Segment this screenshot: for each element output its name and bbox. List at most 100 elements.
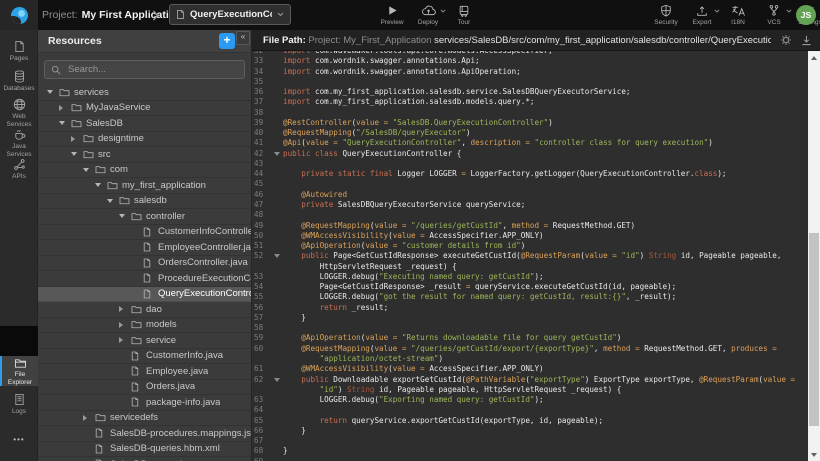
code-line: 63 LOGGER.debug("Exporting named query: … <box>252 395 808 405</box>
tree-item[interactable]: Orders.java <box>38 380 251 396</box>
editor-settings-gear-icon[interactable] <box>780 34 792 46</box>
folder-icon <box>131 336 146 345</box>
tree-item[interactable]: package-info.java <box>38 395 251 411</box>
collapse-arrow-icon[interactable] <box>71 136 83 142</box>
code-text: public Downloadable exportGetCustId(@Pat… <box>283 375 795 385</box>
code-line: 47 private SalesDBQueryExecutorService q… <box>252 200 808 210</box>
sidebar-item-databases[interactable]: Databases <box>0 68 38 95</box>
fold-gutter <box>272 67 283 77</box>
scroll-up-arrow-icon[interactable] <box>811 56 817 60</box>
fold-marker-icon[interactable] <box>272 149 283 159</box>
search-input[interactable] <box>66 63 238 76</box>
add-resource-button[interactable]: + <box>219 33 235 49</box>
tree-item[interactable]: services <box>38 85 251 101</box>
tree-item[interactable]: dao <box>38 302 251 318</box>
expand-arrow-icon[interactable] <box>71 152 83 156</box>
expand-arrow-icon[interactable] <box>59 121 71 125</box>
tree-item-label: models <box>146 319 177 330</box>
download-file-icon[interactable] <box>801 35 812 46</box>
tree-item[interactable]: SalesDB.properties <box>38 457 251 461</box>
tree-item[interactable]: SalesDB-queries.hbm.xml <box>38 442 251 458</box>
scroll-down-arrow-icon[interactable] <box>811 453 817 457</box>
sidebar-item-web-services[interactable]: Web Services <box>0 96 38 130</box>
topbar-export-button[interactable]: Export <box>684 0 720 30</box>
expand-arrow-icon[interactable] <box>47 90 59 94</box>
tree-item[interactable]: ProcedureExecutionController.java <box>38 271 251 287</box>
tree-item[interactable]: my_first_application <box>38 178 251 194</box>
fold-gutter <box>272 87 283 97</box>
collapse-arrow-icon[interactable] <box>119 322 131 328</box>
app-logo[interactable] <box>0 0 38 30</box>
topbar-vcs-button[interactable]: VCS <box>756 0 792 30</box>
code-text: private static final Logger LOGGER = Log… <box>283 169 727 179</box>
editor-scrollbar[interactable] <box>808 51 820 461</box>
tree-item[interactable]: CustomerInfo.java <box>38 349 251 365</box>
sidebar-item-pages[interactable]: Pages <box>0 38 38 65</box>
code-text: LOGGER.debug("Executing named query: get… <box>283 272 544 282</box>
tree-item[interactable]: src <box>38 147 251 163</box>
folder-icon <box>131 320 146 329</box>
tree-item[interactable]: MyJavaService <box>38 101 251 117</box>
line-number: 60 <box>252 344 272 354</box>
collapse-arrow-icon[interactable] <box>119 306 131 312</box>
expand-arrow-icon[interactable] <box>107 199 119 203</box>
tree-item[interactable]: QueryExecutionController.java <box>38 287 251 303</box>
topbar-i18n-button[interactable]: I18N <box>720 0 756 30</box>
collapse-panel-button[interactable]: « <box>236 31 250 45</box>
collapse-arrow-icon[interactable] <box>83 415 95 421</box>
expand-arrow-icon[interactable] <box>95 183 107 187</box>
tree-item[interactable]: EmployeeController.java <box>38 240 251 256</box>
sidebar-item-apis[interactable]: APIs <box>0 156 38 183</box>
search-box[interactable] <box>44 60 245 79</box>
sidebar-item-more[interactable]: ••• <box>0 432 38 446</box>
sidebar-item-file-explorer[interactable]: File Explorer <box>0 356 38 386</box>
fold-gutter <box>272 416 283 426</box>
topbar-tour-button[interactable]: Tour <box>446 0 482 30</box>
tree-item[interactable]: designtime <box>38 132 251 148</box>
tree-item[interactable]: SalesDB <box>38 116 251 132</box>
open-file-name: QueryExecutionCon... <box>190 9 272 20</box>
tree-item[interactable]: SalesDB-procedures.mappings.json <box>38 426 251 442</box>
security-label: Security <box>654 19 677 26</box>
open-file-dropdown[interactable]: QueryExecutionCon... <box>169 4 291 25</box>
tree-item-label: QueryExecutionController.java <box>158 288 251 299</box>
expand-arrow-icon[interactable] <box>119 214 131 218</box>
resources-panel: Resources + « servicesMyJavaServiceSales… <box>38 30 252 461</box>
expand-arrow-icon[interactable] <box>83 168 95 172</box>
fold-gutter <box>272 364 283 374</box>
code-editor[interactable]: 32import com.wavemaker.tools.api.core.mo… <box>252 51 808 461</box>
fold-gutter <box>272 436 283 446</box>
tree-item[interactable]: controller <box>38 209 251 225</box>
fold-marker-icon[interactable] <box>272 251 283 261</box>
topbar-deploy-button[interactable]: Deploy <box>410 0 446 30</box>
folder-icon <box>119 196 134 205</box>
tree-item-label: SalesDB <box>86 118 123 129</box>
tree-item[interactable]: models <box>38 318 251 334</box>
sidebar-item-logs[interactable]: Logs <box>0 391 38 418</box>
collapse-arrow-icon[interactable] <box>119 337 131 343</box>
tree-item[interactable]: CustomerInfoController.java <box>38 225 251 241</box>
file-path-value: services/SalesDB/src/com/my_first_applic… <box>434 35 771 46</box>
tree-item[interactable]: servicedefs <box>38 411 251 427</box>
tree-item-label: SalesDB-procedures.mappings.json <box>110 428 251 439</box>
tree-item[interactable]: Employee.java <box>38 364 251 380</box>
sidebar-item-java-services[interactable]: Java Services <box>0 126 38 160</box>
fold-marker-icon[interactable] <box>272 375 283 385</box>
topbar-security-button[interactable]: Security <box>648 0 684 30</box>
fold-gutter <box>272 190 283 200</box>
code-text: import com.my_first_application.salesdb.… <box>283 87 630 97</box>
collapse-arrow-icon[interactable] <box>59 105 71 111</box>
code-line: 48 <box>252 210 808 220</box>
topbar-preview-button[interactable]: Preview <box>374 0 410 30</box>
tree-item[interactable]: service <box>38 333 251 349</box>
security-icon <box>660 4 672 17</box>
tree-item[interactable]: salesdb <box>38 194 251 210</box>
project-label: Project: <box>42 9 78 21</box>
code-text: LOGGER.debug("got the result for named q… <box>283 292 676 302</box>
tree-item[interactable]: com <box>38 163 251 179</box>
scrollbar-thumb[interactable] <box>809 233 819 426</box>
folder-icon <box>95 165 110 174</box>
fold-gutter <box>272 426 283 436</box>
tree-item[interactable]: OrdersController.java <box>38 256 251 272</box>
user-avatar[interactable]: JS <box>796 5 816 25</box>
